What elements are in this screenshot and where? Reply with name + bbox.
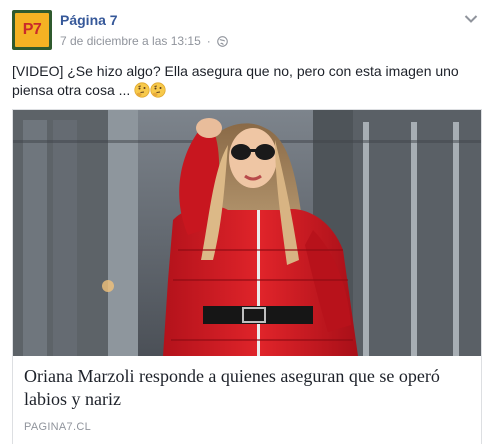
link-domain: PAGINA7.CL xyxy=(24,421,91,433)
globe-icon[interactable] xyxy=(216,35,228,47)
link-preview-card[interactable]: Oriana Marzoli responde a quienes asegur… xyxy=(12,109,482,444)
page-name-link[interactable]: Página 7 xyxy=(60,12,118,28)
post-header: P7 Página 7 7 de diciembre a las 13:15 · xyxy=(12,10,482,52)
page-avatar[interactable]: P7 xyxy=(12,10,52,50)
thinking-face-icon xyxy=(134,82,150,98)
thinking-face-icon xyxy=(150,82,166,98)
post-message-text: [VIDEO] ¿Se hizo algo? Ella asegura que … xyxy=(12,63,459,98)
avatar-logo: P7 xyxy=(15,13,49,47)
avatar-text: P7 xyxy=(22,21,42,38)
photo-woman-red-jacket xyxy=(13,110,481,356)
chevron-down-icon[interactable] xyxy=(464,14,478,24)
facebook-post: P7 Página 7 7 de diciembre a las 13:15 ·… xyxy=(0,0,493,444)
post-message: [VIDEO] ¿Se hizo algo? Ella asegura que … xyxy=(12,62,482,100)
post-timestamp[interactable]: 7 de diciembre a las 13:15 xyxy=(60,34,201,48)
meta-separator: · xyxy=(206,34,211,48)
link-title[interactable]: Oriana Marzoli responde a quienes asegur… xyxy=(24,365,472,411)
post-meta: 7 de diciembre a las 13:15 · xyxy=(60,34,228,48)
link-preview-image[interactable] xyxy=(13,110,481,356)
